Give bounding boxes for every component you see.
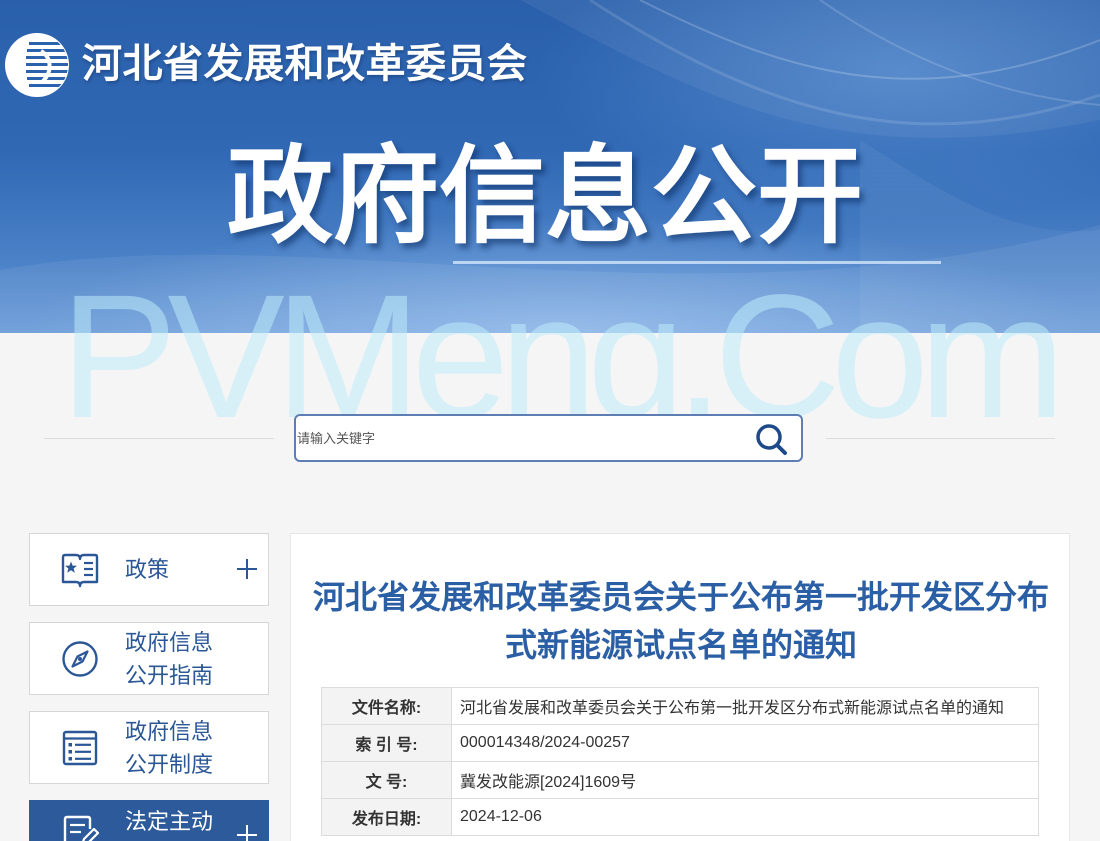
document-meta-table: 文件名称: 河北省发展和改革委员会关于公布第一批开发区分布式新能源试点名单的通知… bbox=[321, 687, 1039, 836]
search-icon bbox=[756, 424, 787, 455]
sidebar-item-label-line: 公开制度 bbox=[125, 751, 214, 777]
list-document-icon bbox=[62, 730, 98, 766]
sidebar-item-disclosure-system[interactable]: 政府信息 公开制度 bbox=[29, 711, 269, 784]
table-row: 发布日期: 2024-12-06 bbox=[321, 798, 1039, 836]
plus-icon[interactable] bbox=[237, 559, 257, 579]
header-banner: 河北省发展和改革委员会 政府信息公开 bbox=[0, 0, 1100, 333]
sidebar-item-policy[interactable]: 政策 bbox=[29, 533, 269, 606]
sidebar-item-disclosure-guide[interactable]: 政府信息 公开指南 bbox=[29, 622, 269, 695]
sidebar-item-label: 法定主动 bbox=[125, 805, 213, 838]
search-button[interactable] bbox=[754, 422, 788, 456]
article-title: 河北省发展和改革委员会关于公布第一批开发区分布式新能源试点名单的通知 bbox=[312, 579, 1049, 663]
table-row: 文 号: 冀发改能源[2024]1609号 bbox=[321, 761, 1039, 799]
meta-label-index-number: 索 引 号: bbox=[321, 724, 452, 762]
home-logo-link[interactable]: 河北省发展和改革委员会 bbox=[3, 31, 533, 99]
article-panel: 河北省发展和改革委员会关于公布第一批开发区分布式新能源试点名单的通知 文件名称:… bbox=[290, 533, 1070, 841]
sidebar-item-statutory-disclosure[interactable]: 法定主动 bbox=[29, 800, 269, 841]
page-title: 政府信息公开 bbox=[227, 138, 863, 256]
policy-book-icon bbox=[61, 553, 99, 588]
sidebar-item-label-line: 政府信息 bbox=[125, 629, 214, 655]
sidebar-item-label: 政府信息 公开制度 bbox=[125, 712, 213, 783]
plus-icon[interactable] bbox=[237, 825, 257, 841]
sidebar-item-label-line: 法定主动 bbox=[125, 809, 214, 834]
search-divider-left bbox=[44, 438, 274, 439]
meta-label-file-name: 文件名称: bbox=[321, 687, 452, 725]
edit-document-icon bbox=[63, 815, 100, 841]
sidebar-item-label-line: 政策 bbox=[125, 557, 170, 582]
search-divider-right bbox=[826, 438, 1055, 439]
meta-value-file-name: 河北省发展和改革委员会关于公布第一批开发区分布式新能源试点名单的通知 bbox=[451, 687, 1039, 725]
meta-value-document-number: 冀发改能源[2024]1609号 bbox=[451, 761, 1039, 799]
title-underline bbox=[453, 261, 941, 264]
meta-value-publish-date: 2024-12-06 bbox=[451, 798, 1039, 836]
search-bar bbox=[294, 414, 803, 462]
sidebar-item-label: 政策 bbox=[125, 534, 169, 605]
table-row: 索 引 号: 000014348/2024-00257 bbox=[321, 724, 1039, 762]
meta-label-document-number: 文 号: bbox=[321, 761, 452, 799]
sidebar-item-label: 政府信息 公开指南 bbox=[125, 623, 213, 694]
meta-value-index-number: 000014348/2024-00257 bbox=[451, 724, 1039, 762]
table-row: 文件名称: 河北省发展和改革委员会关于公布第一批开发区分布式新能源试点名单的通知 bbox=[321, 687, 1039, 725]
hebei-ndrc-emblem-icon bbox=[5, 33, 69, 97]
meta-label-publish-date: 发布日期: bbox=[321, 798, 452, 836]
compass-icon bbox=[62, 641, 98, 677]
search-input[interactable] bbox=[296, 416, 737, 460]
sidebar-item-label-line: 公开指南 bbox=[125, 662, 214, 688]
sidebar-item-label-line: 政府信息 bbox=[125, 718, 214, 744]
page: 河北省发展和改革委员会 政府信息公开 PVMeng.Com 政策 bbox=[0, 0, 1100, 841]
organization-name: 河北省发展和改革委员会 bbox=[82, 42, 528, 86]
